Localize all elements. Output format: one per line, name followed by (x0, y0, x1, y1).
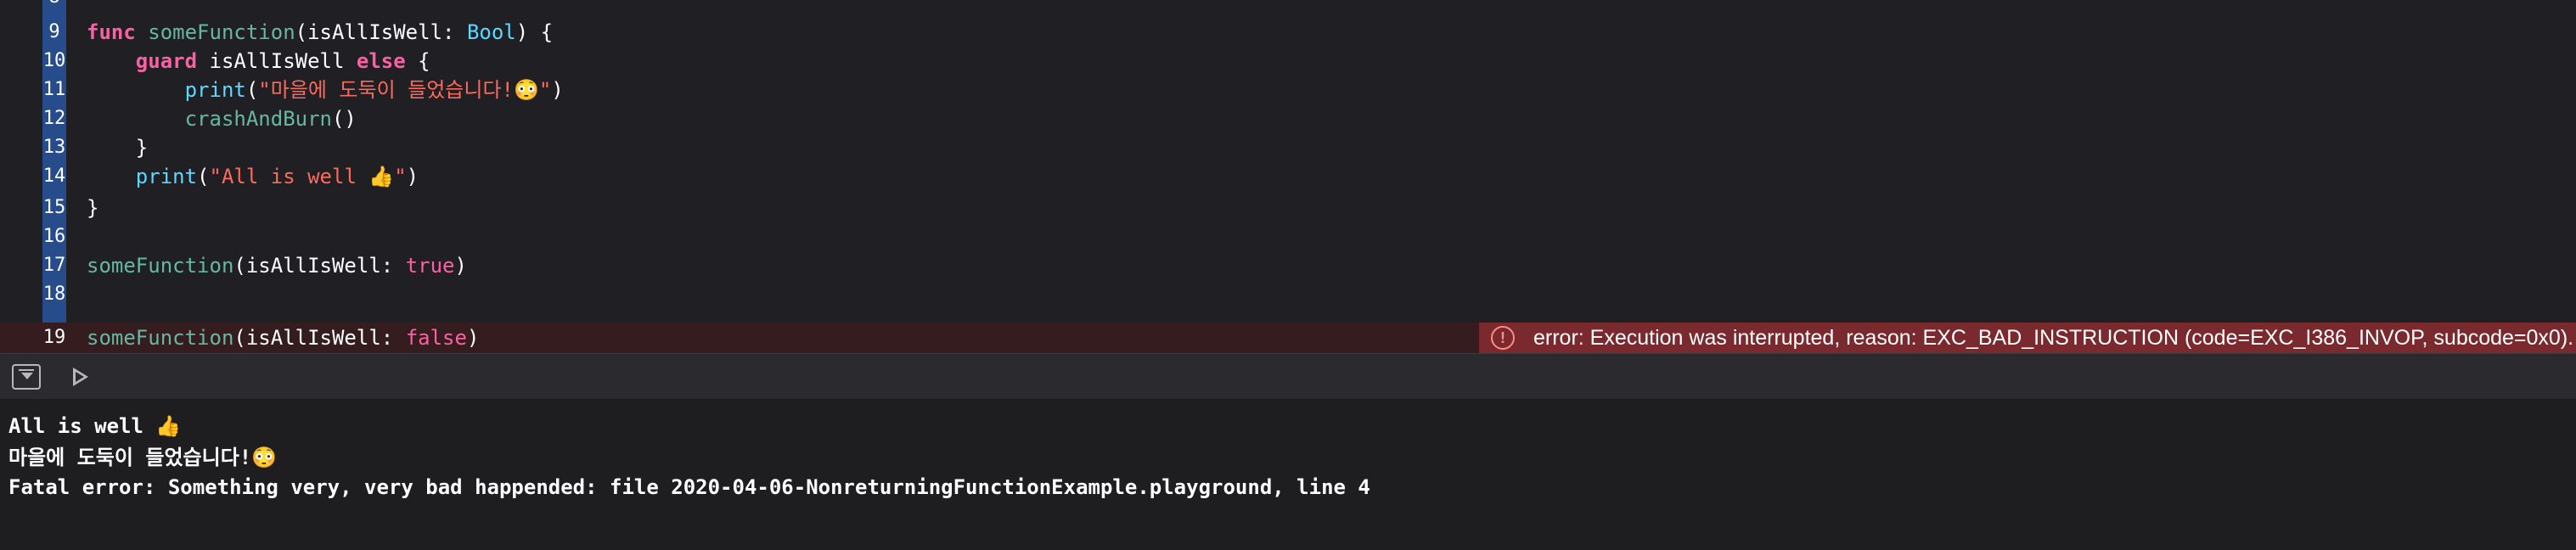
function-call-token: someFunction (87, 254, 234, 278)
keyword-token: guard (135, 49, 198, 73)
code-text[interactable]: } (87, 133, 148, 162)
code-text[interactable]: crashAndBurn() (87, 104, 357, 133)
code-line[interactable]: 16 (0, 222, 2576, 251)
run-playground-icon[interactable] (68, 364, 97, 390)
console-line: 마을에 도둑이 들었습니다!😳 (8, 446, 278, 469)
punct-token: { (405, 49, 430, 73)
punct-token: ) (551, 78, 564, 102)
punct-token: ) { (515, 20, 554, 44)
console-line: All is well 👍 (8, 414, 182, 438)
punct-token: ) (406, 165, 419, 188)
param-token: (isAllIsWell: (233, 254, 406, 278)
line-number: 15 (42, 197, 66, 218)
code-line[interactable]: 17 someFunction(isAllIsWell: true) (0, 251, 2576, 280)
function-call-token: someFunction (87, 326, 234, 350)
indent-token (87, 78, 185, 102)
hide-debug-area-icon[interactable] (12, 364, 41, 390)
code-text[interactable]: guard isAllIsWell else { (87, 47, 430, 76)
code-line[interactable]: 15 } (0, 194, 2576, 222)
code-line[interactable]: 12 crashAndBurn() (0, 104, 2576, 133)
line-number: 13 (42, 137, 66, 158)
code-line[interactable]: 18 (0, 280, 2576, 309)
line-number: 11 (42, 79, 66, 100)
punct-token: } (87, 196, 99, 220)
line-number: 19 (42, 327, 66, 348)
line-number: 9 (48, 21, 60, 42)
indent-token (87, 49, 136, 73)
punct-token: ( (245, 78, 259, 102)
error-message: error: Execution was interrupted, reason… (1533, 326, 2574, 350)
punct-token: () (331, 107, 357, 131)
param-token: (isAllIsWell: (295, 20, 467, 44)
error-circle-icon: ! (1491, 326, 1515, 350)
type-token: Bool (466, 20, 516, 44)
line-number: 16 (42, 226, 66, 247)
line-number: 12 (42, 108, 66, 129)
function-call-token: crashAndBurn (184, 107, 332, 131)
code-line[interactable]: 9 func someFunction(isAllIsWell: Bool) { (0, 18, 2576, 47)
identifier-token: isAllIsWell (197, 49, 357, 73)
indent-token (87, 107, 185, 131)
function-name-token: someFunction (148, 20, 295, 44)
code-line[interactable]: 14 print("All is well 👍") (0, 162, 2576, 191)
console-output[interactable]: All is well 👍 마을에 도둑이 들었습니다!😳 Fatal erro… (0, 399, 2576, 550)
literal-token: false (405, 326, 467, 350)
param-token: (isAllIsWell: (233, 326, 406, 350)
code-line[interactable]: 11 print("마을에 도둑이 들었습니다!😳") (0, 76, 2576, 104)
line-number: 17 (42, 255, 66, 276)
punct-token: ( (197, 165, 210, 188)
line-number: 8 (42, 0, 66, 12)
code-line[interactable]: 10 guard isAllIsWell else { (0, 47, 2576, 76)
code-line[interactable]: 13 } (0, 133, 2576, 162)
function-call-token: print (135, 165, 198, 188)
code-editor[interactable]: 8 9 func someFunction(isAllIsWell: Bool)… (0, 0, 2576, 353)
line-number: 14 (42, 166, 66, 187)
line-number: 18 (42, 283, 66, 305)
error-annotation-banner[interactable]: ! error: Execution was interrupted, reas… (1479, 323, 2576, 353)
string-token: "마을에 도둑이 들었습니다!😳" (258, 78, 552, 102)
keyword-token: else (356, 49, 406, 73)
literal-token: true (405, 254, 455, 278)
code-text[interactable]: func someFunction(isAllIsWell: Bool) { (87, 18, 553, 47)
punct-token: ) (466, 326, 480, 350)
code-line[interactable]: 8 (0, 0, 2576, 12)
debug-toolbar (0, 353, 2576, 399)
punct-token: ) (454, 254, 467, 278)
code-text[interactable]: print("마을에 도둑이 들었습니다!😳") (87, 76, 564, 104)
code-text[interactable]: print("All is well 👍") (87, 162, 419, 191)
indent-token (87, 165, 136, 188)
function-call-token: print (184, 78, 246, 102)
line-number: 10 (42, 50, 66, 71)
string-token: "All is well 👍" (209, 165, 407, 188)
console-line: Fatal error: Something very, very bad ha… (8, 475, 1370, 499)
code-text[interactable]: someFunction(isAllIsWell: false) (87, 323, 479, 353)
punct-token: } (87, 136, 149, 160)
code-text[interactable]: } (87, 194, 98, 222)
keyword-token: func (87, 20, 136, 44)
code-text[interactable]: someFunction(isAllIsWell: true) (87, 251, 467, 280)
